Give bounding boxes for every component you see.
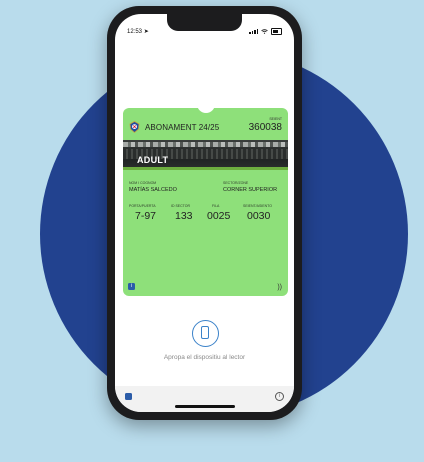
bottom-bar: i [115,386,294,412]
row-value: 0025 [207,210,231,222]
club-crest-icon [129,121,140,133]
seat-label: SEIENT [269,117,282,121]
name-value: MATÍAS SALCEDO [129,187,177,193]
row-label: FILA [212,204,220,208]
gate-value: 7-97 [135,210,157,222]
name-label: NOM I COGNOM [129,181,157,185]
phone-screen: 12:53 ➤ ABONAMENT 24/25 SEIENT 360038 AD… [115,14,294,412]
phone-frame: 12:53 ➤ ABONAMENT 24/25 SEIENT 360038 AD… [107,6,302,420]
seat-number: 360038 [248,122,282,133]
phone-tap-icon [192,320,219,347]
battery-icon [271,28,282,35]
section-value: CORNER SUPERIOR [223,187,278,193]
pass-notch [197,103,215,113]
pitch-strip [123,167,288,170]
sector-id-label: ID SECTOR [171,204,190,208]
status-icons [249,28,282,35]
pass-title: ABONAMENT 24/25 [145,123,220,132]
status-bar: 12:53 ➤ [127,28,282,38]
pass-category: ADULT [137,155,169,165]
app-icon[interactable] [125,393,132,400]
signal-icon [249,29,258,34]
gate-label: PORTA/PUERTA [129,204,156,208]
info-circle-icon[interactable]: i [275,392,284,401]
info-icon[interactable]: i [128,283,135,290]
sector-id-value: 133 [175,210,193,222]
wifi-icon [261,29,268,34]
seat-field-value: 0030 [247,210,271,222]
seat-field-label: SEIENT/ASIENTO [243,204,272,208]
stadium-stripe [123,142,288,147]
section-label: SECTOR/ZONE [223,181,249,185]
nfc-icon: )) [277,284,282,291]
home-indicator[interactable] [175,405,235,408]
tap-prompt: Apropa el dispositiu al lector [163,354,246,361]
season-pass-card[interactable]: ABONAMENT 24/25 SEIENT 360038 ADULT NOM … [123,103,288,296]
status-time: 12:53 ➤ [127,29,149,35]
